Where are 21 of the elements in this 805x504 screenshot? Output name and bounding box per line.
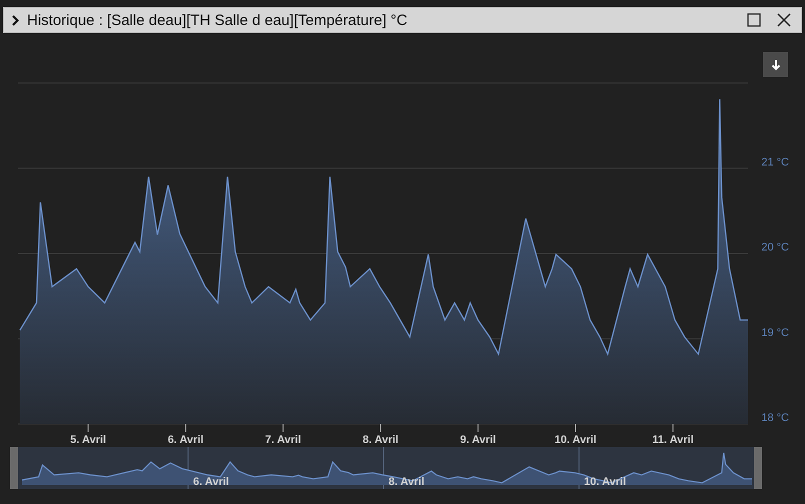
close-icon[interactable] — [777, 13, 791, 27]
axis-label: 7. Avril — [265, 434, 302, 443]
resize-handle[interactable] — [10, 447, 18, 489]
axis-label: 19 °C — [761, 326, 789, 339]
axis-label: 18 °C — [761, 412, 789, 424]
down-arrow-icon — [770, 58, 780, 70]
axis-label: 11. Avril — [652, 434, 694, 443]
axis-label: 21 °C — [761, 156, 789, 168]
chevron-icon[interactable] — [12, 14, 19, 26]
axis-label: 8. Avril — [362, 434, 398, 443]
axis-label: 5. Avril — [70, 434, 106, 443]
axis-label: 10. Avril — [554, 434, 596, 443]
axis-label: 6. Avril — [193, 476, 229, 488]
download-button[interactable] — [763, 52, 788, 77]
resize-handle[interactable] — [754, 447, 762, 489]
window-title: Historique : [Salle deau][TH Salle d eau][Température] °C — [27, 12, 408, 28]
axis-label: 9. Avril — [460, 434, 496, 443]
axis-label: 8. Avril — [388, 476, 424, 488]
axis-label: 20 °C — [761, 242, 789, 254]
maximize-icon[interactable] — [747, 13, 761, 27]
axis-label: 6. Avril — [168, 434, 204, 443]
